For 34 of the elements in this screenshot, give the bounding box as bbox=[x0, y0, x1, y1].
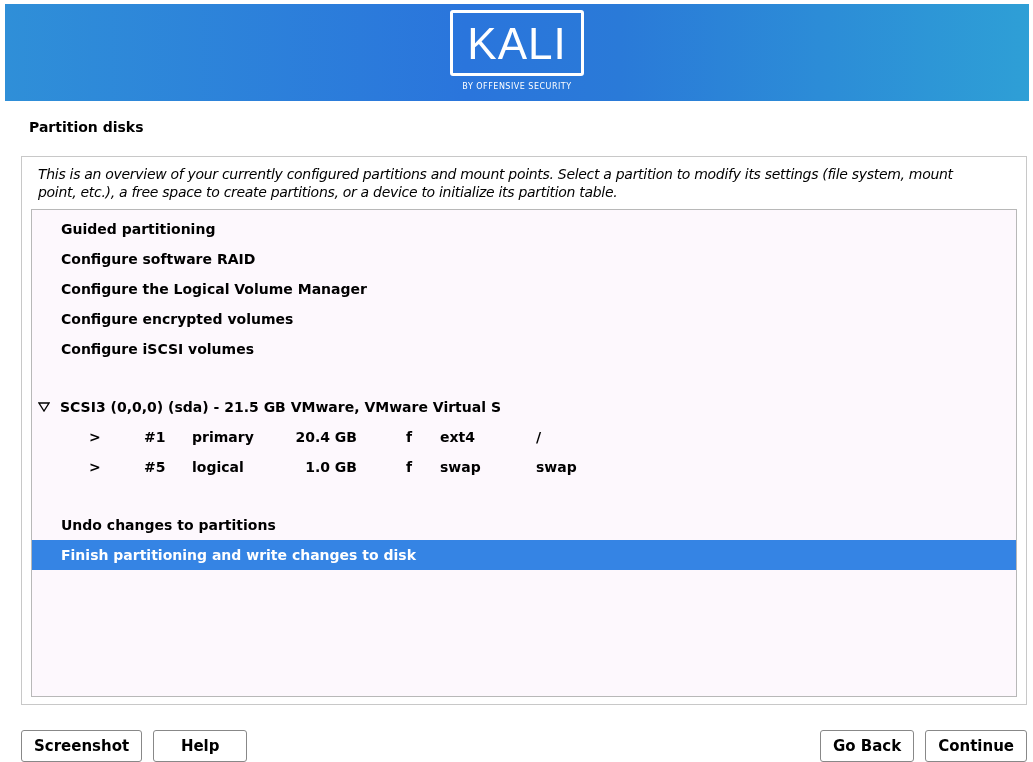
footer-button[interactable]: Go Back bbox=[819, 730, 915, 762]
page-title: Partition disks bbox=[29, 119, 145, 135]
partition-number: #1 bbox=[144, 429, 167, 445]
partition-type: primary bbox=[192, 429, 255, 445]
file-system: ext4 bbox=[440, 429, 476, 445]
menu-item[interactable]: Configure the Logical Volume Manager bbox=[32, 274, 1016, 304]
mount-point: swap bbox=[536, 459, 577, 475]
flag-label: f bbox=[406, 429, 414, 445]
logo: KALI bbox=[450, 10, 584, 76]
disk-label: SCSI3 (0,0,0) (sda) - 21.5 GB VMware, VMware Virtual S bbox=[60, 399, 501, 415]
menu-item[interactable]: Undo changes to partitions bbox=[32, 510, 1016, 540]
menu-item[interactable]: Finish partitioning and write changes to disk bbox=[32, 540, 1016, 570]
partition-size: 20.4 GB bbox=[294, 429, 357, 445]
menu-item[interactable]: Guided partitioning bbox=[32, 214, 1016, 244]
logo-subtitle: BY OFFENSIVE SECURITY bbox=[462, 82, 572, 91]
partition-row[interactable]: > #1 primary 20.4 GB f ext4 / bbox=[32, 422, 1016, 452]
footer-button[interactable]: Continue bbox=[925, 730, 1027, 762]
file-system: swap bbox=[440, 459, 482, 475]
flag-label: f bbox=[406, 459, 414, 475]
disk-item[interactable]: SCSI3 (0,0,0) (sda) - 21.5 GB VMware, VMware Virtual S bbox=[32, 392, 1016, 422]
mount-point: / bbox=[536, 429, 542, 445]
partition-row[interactable]: > #5 logical 1.0 GB f swap swap bbox=[32, 452, 1016, 482]
partition-type: logical bbox=[192, 459, 245, 475]
expanded-triangle-icon[interactable] bbox=[38, 402, 50, 412]
menu-item[interactable]: Configure encrypted volumes bbox=[32, 304, 1016, 334]
menu-item[interactable]: Configure iSCSI volumes bbox=[32, 334, 1016, 364]
partition-number: #5 bbox=[144, 459, 167, 475]
description-text: This is an overview of your currently configured partitions and mount points. Select a partition to modify its settings (file system, mount point, etc.), a free space to create partitions, or a device to initialize its partition table. bbox=[38, 165, 955, 201]
menu-item[interactable]: Configure software RAID bbox=[32, 244, 1016, 274]
footer-button[interactable]: Help bbox=[153, 730, 248, 762]
footer-button[interactable]: Screenshot bbox=[21, 730, 143, 762]
expand-arrow: > bbox=[89, 459, 102, 475]
partition-size: 1.0 GB bbox=[304, 459, 357, 475]
expand-arrow: > bbox=[89, 429, 102, 445]
